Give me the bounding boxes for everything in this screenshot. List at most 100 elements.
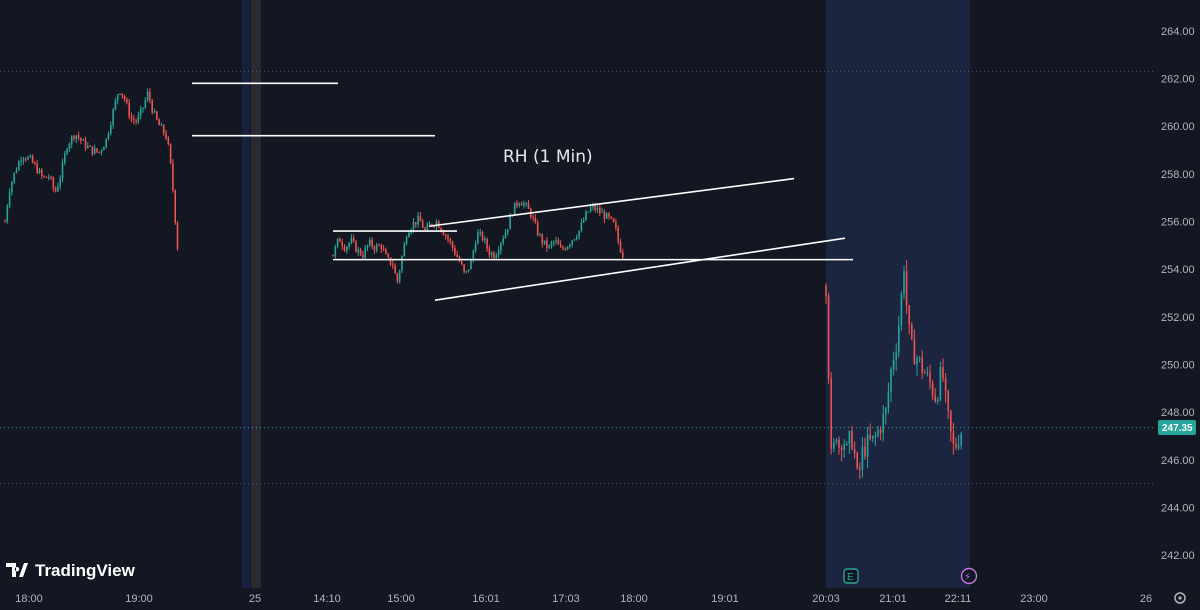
candle-body xyxy=(45,176,48,178)
candle-body xyxy=(939,367,942,400)
candle-body xyxy=(516,202,518,206)
candle-body xyxy=(603,211,606,219)
candle-body xyxy=(130,116,133,120)
candle-body xyxy=(479,232,481,234)
earnings-marker[interactable]: E xyxy=(843,568,859,584)
candle-body xyxy=(359,249,362,255)
candle-body xyxy=(573,239,576,241)
candle-body xyxy=(421,221,424,229)
candle-body xyxy=(846,443,848,445)
candle-body xyxy=(350,237,353,243)
candle-body xyxy=(474,244,477,252)
candle-body xyxy=(546,240,548,248)
candle-body xyxy=(571,240,573,245)
price-tick-label: 262.00 xyxy=(1161,74,1195,86)
candle-body xyxy=(89,145,91,147)
candle-body xyxy=(900,294,903,326)
candle-body xyxy=(47,177,50,179)
candle-body xyxy=(369,239,371,246)
candle-body xyxy=(534,218,537,223)
price-chart[interactable]: 242.00 244.00 246.00 248.00 250.00 252.00 254.… xyxy=(0,0,1200,610)
candle-body xyxy=(931,382,934,396)
candle-body xyxy=(960,433,962,446)
candle-body xyxy=(336,238,339,247)
candle-body xyxy=(879,429,882,433)
candle-body xyxy=(918,357,921,359)
candle-body xyxy=(43,175,45,177)
candle-body xyxy=(139,108,142,116)
candle-body xyxy=(348,242,350,247)
candle-body xyxy=(903,271,905,295)
candle-body xyxy=(890,369,892,393)
candle-body xyxy=(619,241,622,253)
candle-body xyxy=(872,435,874,439)
candle-body xyxy=(502,238,504,243)
dividend-marker-label: ⚡ xyxy=(964,572,971,583)
chart-root: 242.00 244.00 246.00 248.00 250.00 252.00 254.… xyxy=(0,0,1200,610)
candle-body xyxy=(357,249,360,252)
candle-body xyxy=(456,254,458,258)
candle-body xyxy=(947,390,949,411)
time-tick-label: 19:01 xyxy=(711,593,739,605)
candle-body xyxy=(332,254,334,257)
candle-body xyxy=(615,222,617,228)
price-tick-label: 256.00 xyxy=(1161,217,1195,229)
last-price-tag: 247.35 xyxy=(1158,420,1196,435)
candle-body xyxy=(926,372,929,374)
last-price-label: 247.35 xyxy=(1162,423,1193,434)
tradingview-logo-text: TradingView xyxy=(35,561,136,580)
candle-body xyxy=(424,228,426,230)
candle-body xyxy=(105,138,107,148)
candle-body xyxy=(172,162,174,191)
price-tick-label: 246.00 xyxy=(1161,455,1195,467)
candle-body xyxy=(587,211,590,213)
candle-body xyxy=(121,93,124,97)
candle-body xyxy=(594,205,596,211)
candle-body xyxy=(950,410,952,432)
candle-body xyxy=(378,245,380,247)
candle-body xyxy=(174,190,176,223)
candle-body xyxy=(27,156,29,160)
candle-body xyxy=(362,254,364,258)
candle-body xyxy=(87,145,89,148)
candle-body xyxy=(4,221,6,223)
candle-body xyxy=(389,257,392,265)
price-tick-label: 252.00 xyxy=(1161,312,1195,324)
candle-body xyxy=(472,251,475,261)
candle-body xyxy=(394,265,396,274)
candle-body xyxy=(100,150,103,152)
dividend-marker[interactable]: ⚡ xyxy=(960,567,978,585)
candle-body xyxy=(137,115,140,122)
candle-body xyxy=(176,222,179,249)
candle-body xyxy=(380,245,383,250)
candle-body xyxy=(585,211,587,220)
candle-body xyxy=(543,240,546,244)
candle-body xyxy=(114,100,117,110)
candle-body xyxy=(622,252,624,258)
time-tick-label: 16:01 xyxy=(472,593,500,605)
candle-body xyxy=(126,99,128,103)
candle-body xyxy=(135,120,137,122)
candle-body xyxy=(853,448,856,454)
candle-body xyxy=(417,215,419,225)
candle-body xyxy=(484,239,486,241)
price-tick-label: 250.00 xyxy=(1161,360,1195,372)
candle-body xyxy=(415,222,417,225)
after-hours-band xyxy=(826,0,970,588)
candle-body xyxy=(566,246,569,250)
candle-body xyxy=(346,246,348,251)
candle-body xyxy=(419,215,422,222)
candle-body xyxy=(398,270,401,282)
candle-body xyxy=(426,224,429,230)
candle-body xyxy=(952,431,955,444)
candle-body xyxy=(151,100,153,113)
candle-body xyxy=(447,236,449,240)
candle-body xyxy=(559,244,562,248)
candle-body xyxy=(493,252,495,258)
candle-body xyxy=(470,260,472,270)
candle-body xyxy=(504,232,507,239)
candle-body xyxy=(52,177,55,189)
candle-body xyxy=(18,161,20,171)
time-tick-label: 26 xyxy=(1140,593,1152,605)
candle-body xyxy=(929,372,931,383)
